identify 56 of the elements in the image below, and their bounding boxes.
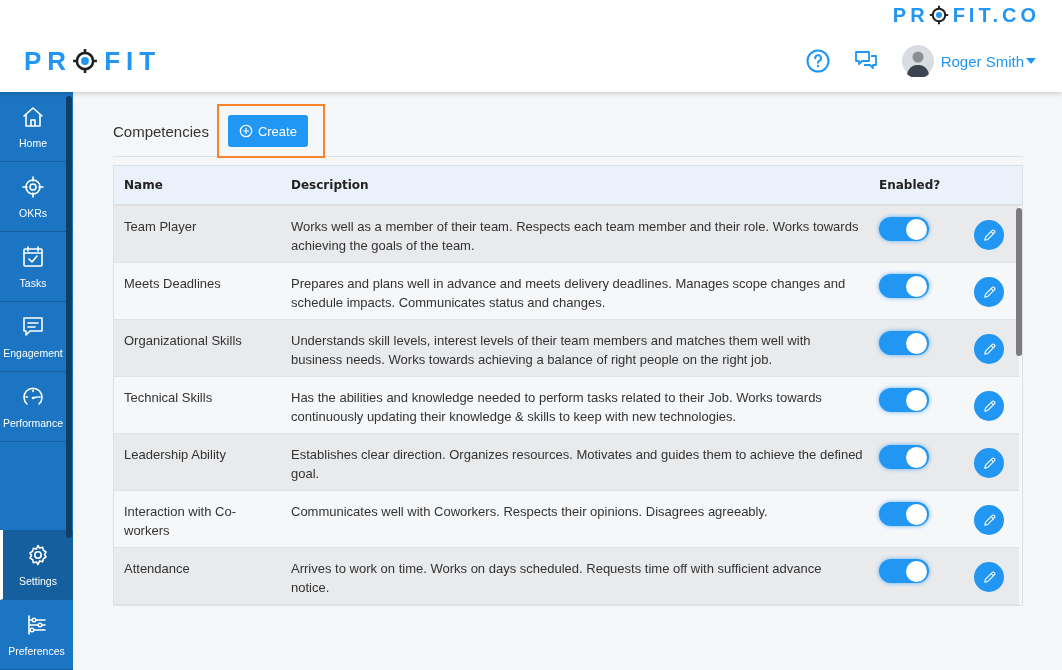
pencil-icon <box>981 227 997 243</box>
calendar-check-icon <box>21 244 45 269</box>
gear-icon <box>26 542 50 567</box>
avatar[interactable] <box>901 45 934 77</box>
target-icon <box>21 174 45 199</box>
scrollbar[interactable] <box>1016 208 1022 356</box>
edit-button[interactable] <box>974 391 1004 421</box>
edit-button[interactable] <box>974 334 1004 364</box>
toggle-switch[interactable] <box>879 331 929 355</box>
edit-button[interactable] <box>974 505 1004 535</box>
edit-button[interactable] <box>974 220 1004 250</box>
table-cell-text: Communicates well with Coworkers. Respects their opinions. Disagrees agreeably. <box>290 503 769 521</box>
table-cell-text: Has the abilities and knowledge needed to perform tasks related to their Job. Works towards continuously updating their knowledge & skills to keep with new technologies. <box>290 389 823 426</box>
table-cell-text: Attendance <box>123 560 191 578</box>
pencil-icon <box>981 512 997 528</box>
pencil-icon <box>981 341 997 357</box>
page-title: Competencies <box>113 122 209 140</box>
table-cell-text: Leadership Ability <box>123 446 227 464</box>
nav-item[interactable]: Preferences <box>0 600 73 670</box>
toggle-switch[interactable] <box>879 217 929 241</box>
profit-co-logo: PR FIT.CO <box>892 3 1040 27</box>
chat-icon <box>21 314 45 339</box>
table-cell-text: Interaction with Co-workers <box>123 503 237 540</box>
table-cell-text: Establishes clear direction. Organizes resources. Motivates and guides them to achieve the defined goal. <box>290 446 864 483</box>
table-cell-text: Team Player <box>123 218 198 236</box>
help-icon[interactable] <box>805 49 830 73</box>
table-cell-text: Understands skill levels, interest levels of their team members and matches them well with business needs. Works towards achieving a balance of right people on the right job. <box>290 332 812 369</box>
pencil-icon <box>981 455 997 471</box>
table-cell-text: Organizational Skills <box>123 332 243 350</box>
pencil-icon <box>981 569 997 585</box>
column-header: Name <box>123 178 164 192</box>
toggle-switch[interactable] <box>879 445 929 469</box>
table-cell-text: Arrives to work on time. Works on days scheduled. Requests time off with sufficient advance notice. <box>290 560 823 597</box>
user-name-menu[interactable]: Roger Smith <box>940 52 1036 70</box>
table-cell-text: Prepares and plans well in advance and meets delivery deadlines. Manages scope changes and schedule impacts. Communicates status and changes. <box>290 275 847 312</box>
nav-item[interactable]: Settings <box>0 530 73 600</box>
edit-button[interactable] <box>974 448 1004 478</box>
scrollbar[interactable] <box>66 96 72 538</box>
plus-circle-icon <box>238 124 253 138</box>
table-cell-text: Technical Skills <box>123 389 214 407</box>
column-header: Description <box>290 178 370 192</box>
caret-icon <box>1026 58 1036 64</box>
pencil-icon <box>981 398 997 414</box>
profit-logo[interactable]: PR FIT <box>24 45 162 77</box>
column-header: Enabled? <box>878 178 942 192</box>
table-cell-text: Works well as a member of their team. Respects each team member and their role. Works towards achieving the goals of the team. <box>290 218 860 255</box>
toggle-switch[interactable] <box>879 559 929 583</box>
home-icon <box>21 104 45 129</box>
pencil-icon <box>981 284 997 300</box>
toggle-switch[interactable] <box>879 502 929 526</box>
edit-button[interactable] <box>974 562 1004 592</box>
toggle-switch[interactable] <box>879 274 929 298</box>
edit-button[interactable] <box>974 277 1004 307</box>
create-button[interactable]: Create <box>227 115 308 147</box>
toggle-switch[interactable] <box>879 388 929 412</box>
table-cell-text: Meets Deadlines <box>123 275 222 293</box>
